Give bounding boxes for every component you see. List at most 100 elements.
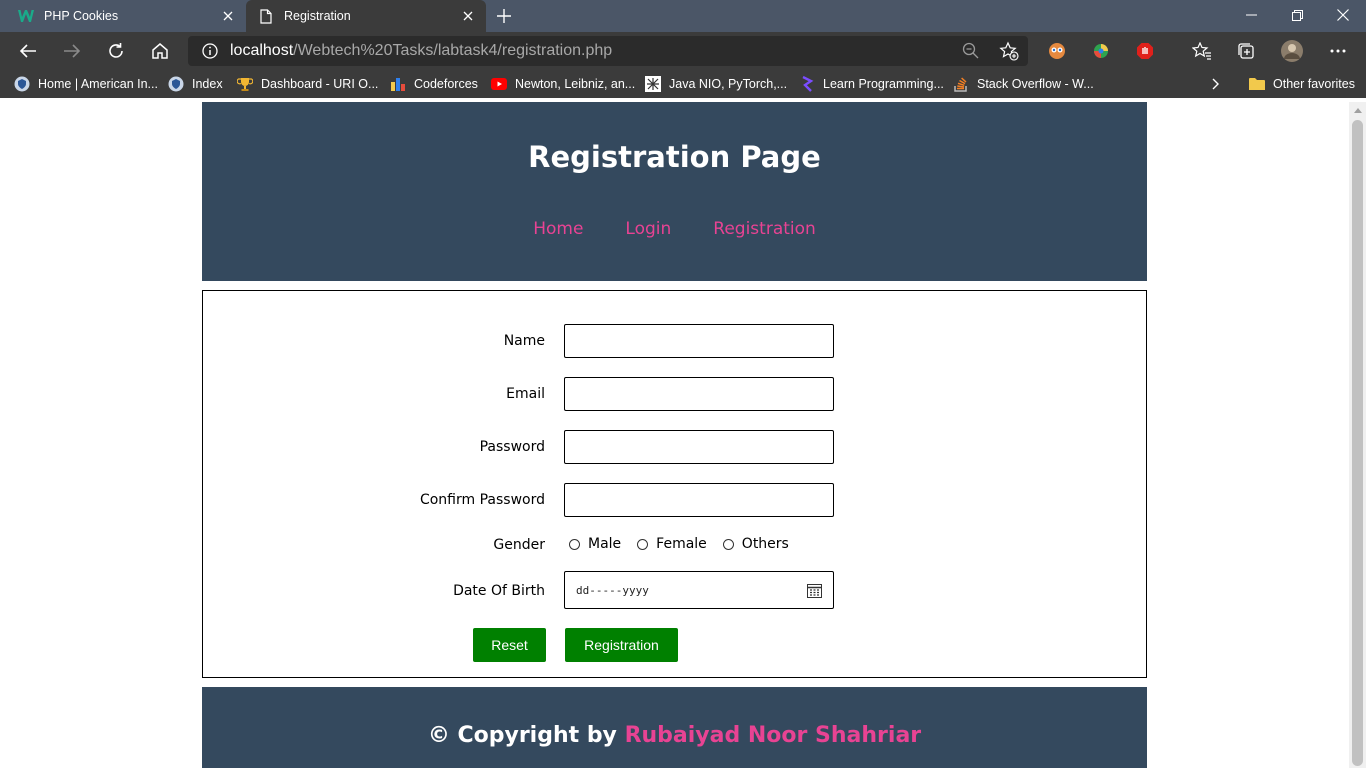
tab-registration[interactable]: Registration xyxy=(246,0,486,32)
tab-title: Registration xyxy=(284,9,351,23)
url-path: /Webtech%20Tasks/labtask4/registration.p… xyxy=(293,42,613,59)
forward-button[interactable] xyxy=(56,35,88,67)
close-icon[interactable] xyxy=(454,2,482,30)
minimize-icon xyxy=(1245,14,1257,16)
geeks-icon xyxy=(645,76,661,92)
close-window-button[interactable] xyxy=(1320,0,1366,30)
back-button[interactable] xyxy=(12,35,44,67)
other-favorites-folder[interactable]: Other favorites xyxy=(1249,75,1355,93)
add-favorite-icon[interactable] xyxy=(999,41,1019,65)
nav-link-registration[interactable]: Registration xyxy=(713,219,816,239)
page-footer: © Copyright by Rubaiyad Noor Shahriar xyxy=(202,687,1147,768)
folder-icon xyxy=(1249,76,1265,92)
avatar xyxy=(1281,40,1303,62)
favorites-button[interactable] xyxy=(1186,35,1218,67)
bookmark-item[interactable]: Stack Overflow - W... xyxy=(953,75,1094,93)
bookmark-label: Learn Programming... xyxy=(823,77,944,91)
bookmarks-overflow-button[interactable] xyxy=(1212,75,1220,93)
bookmark-item[interactable]: Newton, Leibniz, an... xyxy=(491,75,635,93)
extension-icon xyxy=(1094,44,1108,58)
favorites-icon xyxy=(1192,42,1211,60)
reset-button[interactable]: Reset xyxy=(473,628,546,662)
browser-toolbar: localhost/Webtech%20Tasks/labtask4/regis… xyxy=(0,32,1366,70)
plus-icon xyxy=(497,9,511,23)
bookmark-item[interactable]: Dashboard - URI O... xyxy=(237,75,378,93)
collections-button[interactable] xyxy=(1230,35,1262,67)
password-input[interactable] xyxy=(564,430,834,464)
page-scrollbar[interactable] xyxy=(1349,102,1366,768)
tab-bar: PHP Cookies Registration xyxy=(0,0,1366,32)
bookmark-label: Index xyxy=(192,77,223,91)
bookmark-label: Dashboard - URI O... xyxy=(261,77,379,91)
scroll-up-arrow-icon[interactable] xyxy=(1349,102,1366,119)
collections-icon xyxy=(1238,43,1254,59)
other-favorites-label: Other favorites xyxy=(1273,77,1355,91)
registration-submit-button[interactable]: Registration xyxy=(565,628,678,662)
dob-label: Date Of Birth xyxy=(453,583,545,599)
gender-option-label: Male xyxy=(588,536,622,552)
close-icon xyxy=(1337,9,1349,21)
more-icon xyxy=(1330,49,1346,53)
gender-radio-female[interactable] xyxy=(637,538,649,550)
bookmark-label: Stack Overflow - W... xyxy=(977,77,1094,91)
url-text: localhost/Webtech%20Tasks/labtask4/regis… xyxy=(230,42,612,60)
bookmark-item[interactable]: Index xyxy=(168,75,223,93)
shield-icon xyxy=(14,76,30,92)
copyright-prefix: © Copyright by xyxy=(427,723,625,748)
name-input[interactable] xyxy=(564,324,834,358)
gender-radio-others[interactable] xyxy=(722,538,734,550)
extension-colorful-button[interactable] xyxy=(1085,35,1117,67)
scrollbar-thumb[interactable] xyxy=(1352,120,1363,766)
restore-button[interactable] xyxy=(1274,0,1320,30)
name-label: Name xyxy=(503,333,545,349)
bookmark-item[interactable]: Java NIO, PyTorch,... xyxy=(645,75,787,93)
zoom-out-icon[interactable] xyxy=(962,42,980,64)
home-icon xyxy=(152,43,168,59)
refresh-button[interactable] xyxy=(100,35,132,67)
bookmark-label: Newton, Leibniz, an... xyxy=(515,77,636,91)
settings-menu-button[interactable] xyxy=(1322,35,1354,67)
chevron-right-icon xyxy=(1212,78,1219,90)
trophy-icon xyxy=(237,76,253,92)
restore-icon xyxy=(1291,9,1303,21)
page-title: Registration Page xyxy=(528,140,821,174)
new-tab-button[interactable] xyxy=(490,2,518,30)
arrow-left-icon xyxy=(19,44,36,58)
bookmark-item[interactable]: Learn Programming... xyxy=(799,75,944,93)
nav-link-login[interactable]: Login xyxy=(625,219,671,239)
address-bar[interactable]: localhost/Webtech%20Tasks/labtask4/regis… xyxy=(188,36,1028,66)
shield-icon xyxy=(168,76,184,92)
gender-label: Gender xyxy=(493,537,545,553)
refresh-icon xyxy=(109,43,123,58)
nav-link-home[interactable]: Home xyxy=(533,219,583,239)
dob-input[interactable]: dd-----yyyy xyxy=(564,571,834,609)
dob-placeholder: dd-----yyyy xyxy=(576,583,649,597)
w-logo-icon xyxy=(18,8,34,24)
code-icon xyxy=(799,76,815,92)
page-icon xyxy=(258,8,274,24)
bar-chart-icon xyxy=(390,76,406,92)
home-button[interactable] xyxy=(144,35,176,67)
gender-radio-male[interactable] xyxy=(569,538,580,550)
bookmark-label: Codeforces xyxy=(414,77,478,91)
password-label: Password xyxy=(479,439,545,455)
calendar-icon[interactable] xyxy=(806,582,822,598)
bookmarks-bar: Home | American In... Index Dashboard - … xyxy=(0,70,1366,98)
confirm-password-label: Confirm Password xyxy=(419,492,545,508)
stop-hand-icon xyxy=(1137,43,1153,59)
profile-button[interactable] xyxy=(1276,35,1308,67)
page-viewport: Registration Page Home Login Registratio… xyxy=(0,102,1349,768)
copyright-author: Rubaiyad Noor Shahriar xyxy=(624,723,922,748)
extension-adblock-button[interactable] xyxy=(1129,35,1161,67)
bookmark-item[interactable]: Codeforces xyxy=(390,75,478,93)
extension-owl-button[interactable] xyxy=(1041,35,1073,67)
tab-php-cookies[interactable]: PHP Cookies xyxy=(0,0,246,32)
close-icon[interactable] xyxy=(214,2,242,30)
minimize-button[interactable] xyxy=(1228,0,1274,30)
email-input[interactable] xyxy=(564,377,834,411)
confirm-password-input[interactable] xyxy=(564,483,834,517)
info-icon[interactable] xyxy=(200,43,220,59)
arrow-right-icon xyxy=(64,44,81,58)
bookmark-item[interactable]: Home | American In... xyxy=(14,75,158,93)
youtube-icon xyxy=(491,76,507,92)
